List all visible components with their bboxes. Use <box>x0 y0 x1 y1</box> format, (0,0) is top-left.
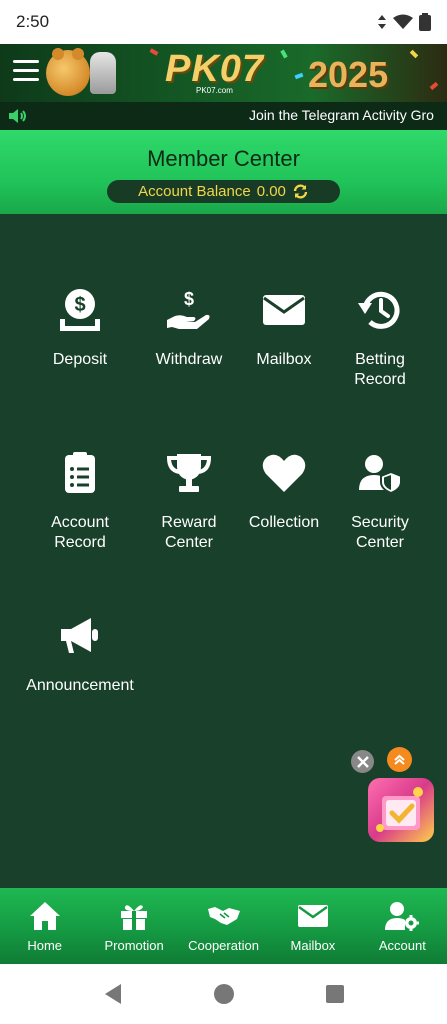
speaker-icon <box>9 109 26 123</box>
menu-label: Collection <box>248 514 320 531</box>
chevron-up-icon <box>394 754 405 765</box>
menu-label: Account Record <box>51 514 109 551</box>
member-header: Member Center Account Balance 0.00 <box>0 130 447 214</box>
user-gear-icon <box>385 902 420 931</box>
refresh-icon[interactable] <box>292 183 309 200</box>
status-bar: 2:50 <box>0 0 447 44</box>
mail-icon <box>297 905 328 927</box>
nav-mailbox[interactable]: Mailbox <box>268 888 357 964</box>
account-balance-pill: Account Balance 0.00 <box>107 180 340 203</box>
svg-text:$: $ <box>74 294 85 316</box>
trophy-icon <box>166 454 212 492</box>
nav-promotion[interactable]: Promotion <box>89 888 178 964</box>
menu-reward-center[interactable]: Reward Center <box>134 449 244 553</box>
home-circle-icon[interactable] <box>213 983 235 1005</box>
home-icon <box>29 902 60 930</box>
heart-icon <box>262 454 306 492</box>
scroll-top-button[interactable] <box>387 747 412 772</box>
battery-icon <box>419 13 431 31</box>
menu-label: Reward Center <box>161 514 217 551</box>
mail-icon <box>263 295 305 325</box>
menu-betting-record[interactable]: Betting Record <box>325 286 435 390</box>
menu-label: Deposit <box>52 351 108 368</box>
menu-label: Betting Record <box>354 351 406 388</box>
promo-float-banner[interactable] <box>368 778 434 842</box>
data-arrows-icon <box>378 15 386 29</box>
menu-label: Announcement <box>26 677 134 694</box>
clipboard-icon <box>65 452 95 493</box>
nav-home[interactable]: Home <box>0 888 89 964</box>
balance-value: 0.00 <box>256 183 286 200</box>
system-navigation-bar <box>0 964 447 1024</box>
svg-text:$: $ <box>184 289 194 309</box>
close-float-button[interactable] <box>351 750 374 773</box>
menu-security-center[interactable]: Security Center <box>325 449 435 553</box>
brand-logo: PK07 <box>165 48 265 90</box>
menu-label: Security Center <box>351 514 409 551</box>
announcement-ticker[interactable]: Join the Telegram Activity Gro <box>0 102 447 130</box>
menu-deposit[interactable]: $ Deposit <box>25 286 135 370</box>
top-banner: PK07 PK07.com 2025 <box>0 44 447 102</box>
recents-icon[interactable] <box>325 984 345 1004</box>
ticker-text: Join the Telegram Activity Gro <box>249 107 434 123</box>
mascot-image <box>46 48 90 96</box>
nav-label: Cooperation <box>188 938 259 953</box>
status-time: 2:50 <box>16 12 50 31</box>
nav-account[interactable]: Account <box>358 888 447 964</box>
year-badge: 2025 <box>308 54 389 95</box>
menu-announcement[interactable]: Announcement <box>25 612 135 696</box>
brand-logo-sub: PK07.com <box>196 86 233 95</box>
megaphone-icon <box>61 618 98 653</box>
balance-label: Account Balance <box>138 183 251 200</box>
menu-label: Mailbox <box>256 351 312 368</box>
menu-label: Withdraw <box>155 351 223 368</box>
gift-box-image <box>376 787 423 832</box>
menu-account-record[interactable]: Account Record <box>25 449 135 553</box>
menu-withdraw[interactable]: $ Withdraw <box>134 286 244 370</box>
gift-icon <box>121 905 148 930</box>
nav-label: Account <box>378 938 426 953</box>
user-shield-icon <box>359 455 402 495</box>
page-title: Member Center <box>147 146 300 171</box>
nav-label: Home <box>27 938 63 953</box>
handshake-icon <box>207 907 240 925</box>
nav-cooperation[interactable]: Cooperation <box>179 888 268 964</box>
bottom-navigation: Home Promotion Cooperation Mailbox Accou… <box>0 888 447 964</box>
menu-mailbox[interactable]: Mailbox <box>229 286 339 370</box>
menu-icon[interactable] <box>13 60 39 87</box>
status-icons <box>377 13 431 31</box>
menu-collection[interactable]: Collection <box>229 449 339 533</box>
nav-label: Promotion <box>104 938 164 953</box>
withdraw-icon: $ <box>167 289 210 329</box>
deposit-icon: $ <box>60 289 100 331</box>
close-icon <box>356 755 369 768</box>
nav-label: Mailbox <box>290 938 336 953</box>
history-icon <box>358 291 400 329</box>
trophy-image <box>90 52 116 94</box>
wifi-icon <box>393 14 413 29</box>
back-icon[interactable] <box>103 983 123 1005</box>
